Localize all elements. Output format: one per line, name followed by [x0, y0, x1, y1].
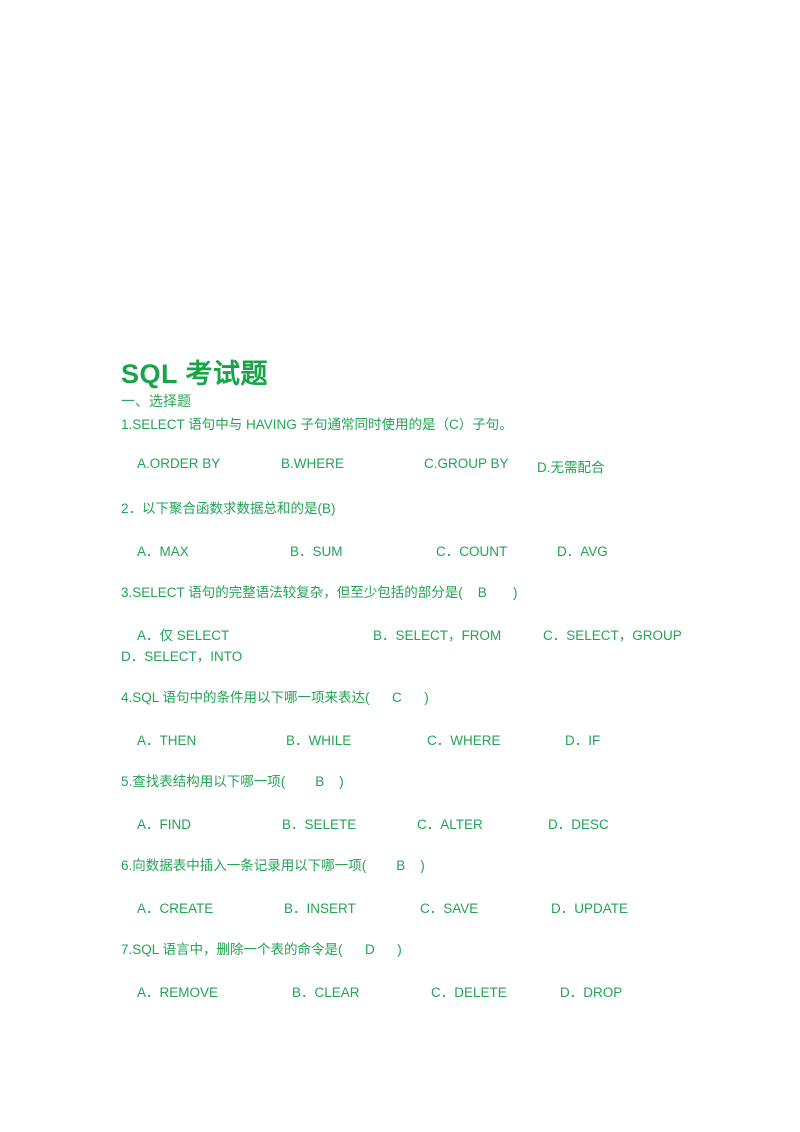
q1-option-b: B.WHERE — [281, 456, 345, 471]
question-4: 4.SQL 语句中的条件用以下哪一项来表达( C ) — [121, 690, 429, 705]
section-heading: 一、选择题 — [121, 394, 191, 410]
question-5: 5.查找表结构用以下哪一项( B ) — [121, 774, 344, 789]
q7-option-d: D．DROP — [560, 985, 623, 1000]
q4-option-c: C．WHERE — [427, 733, 501, 748]
q7-option-a: A．REMOVE — [137, 985, 219, 1000]
q5-option-a: A．FIND — [137, 817, 191, 832]
q4-option-d: D．IF — [565, 733, 601, 748]
question-7: 7.SQL 语言中，删除一个表的命令是( D ) — [121, 942, 402, 957]
q6-option-b: B．INSERT — [284, 901, 356, 916]
question-3: 3.SELECT 语句的完整语法较复杂，但至少包括的部分是( B ) — [121, 585, 518, 600]
q2-option-b: B．SUM — [290, 544, 343, 559]
q2-option-a: A．MAX — [137, 544, 189, 559]
q6-option-a: A．CREATE — [137, 901, 214, 916]
q4-option-b: B．WHILE — [286, 733, 352, 748]
q2-option-d: D．AVG — [557, 544, 608, 559]
q3-option-b: B．SELECT，FROM — [373, 628, 502, 643]
q6-option-c: C．SAVE — [420, 901, 479, 916]
question-2: 2．以下聚合函数求数据总和的是(B) — [121, 501, 336, 516]
q6-option-d: D．UPDATE — [551, 901, 629, 916]
q3-option-a: A．仅 SELECT — [137, 628, 230, 643]
q7-option-c: C．DELETE — [431, 985, 507, 1000]
q3-option-c: C．SELECT，GROUP — [543, 628, 682, 643]
q5-option-b: B．SELETE — [282, 817, 357, 832]
q1-option-d: D.无需配合 — [537, 460, 605, 475]
document-page: SQL 考试题 一、选择题 1.SELECT 语句中与 HAVING 子句通常同… — [0, 0, 800, 1132]
q2-option-c: C．COUNT — [436, 544, 508, 559]
q7-option-b: B．CLEAR — [292, 985, 360, 1000]
document-title: SQL 考试题 — [121, 359, 269, 389]
question-1: 1.SELECT 语句中与 HAVING 子句通常同时使用的是（C）子句。 — [121, 417, 513, 432]
q4-option-a: A．THEN — [137, 733, 197, 748]
q5-option-d: D．DESC — [548, 817, 609, 832]
q1-option-a: A.ORDER BY — [137, 456, 221, 471]
question-6: 6.向数据表中插入一条记录用以下哪一项( B ) — [121, 858, 425, 873]
q3-option-d: D．SELECT，INTO — [121, 649, 243, 664]
q5-option-c: C．ALTER — [417, 817, 483, 832]
q1-option-c: C.GROUP BY — [424, 456, 509, 471]
